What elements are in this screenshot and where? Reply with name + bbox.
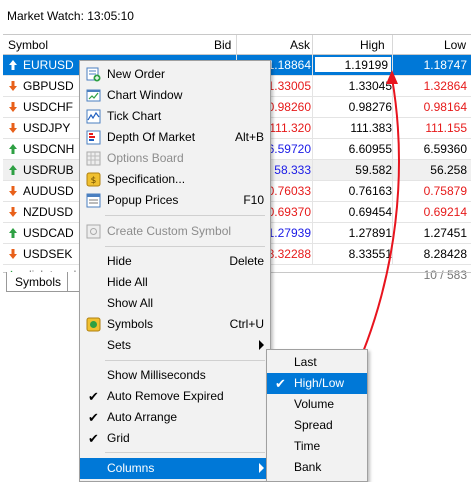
- menu-separator: [105, 452, 265, 453]
- menu-label: Hide: [107, 254, 132, 268]
- menu-sets[interactable]: Sets: [80, 335, 270, 356]
- menu-label: Specification...: [107, 172, 186, 186]
- menu-hide-all[interactable]: Hide All: [80, 272, 270, 293]
- menu-label: New Order: [107, 67, 166, 81]
- menu-label: Chart Window: [107, 88, 183, 102]
- menu-label: Show All: [107, 296, 154, 310]
- menu-options-board[interactable]: Options Board: [80, 148, 270, 169]
- checkmark-icon: ✔: [88, 389, 99, 404]
- menu-label: Symbols: [107, 317, 154, 331]
- columns-submenu: Last ✔ High/Low Volume Spread Time Bank: [266, 349, 368, 482]
- popup-prices-icon: [86, 193, 101, 208]
- menu-label: Columns: [107, 461, 155, 475]
- menu-label: Grid: [107, 431, 130, 445]
- menu-grid[interactable]: ✔ Grid: [80, 428, 270, 449]
- tick-chart-icon: [86, 109, 101, 124]
- menu-symbols[interactable]: Symbols Ctrl+U: [80, 314, 270, 335]
- chart-window-icon: [86, 89, 101, 102]
- menu-chart-window[interactable]: Chart Window: [80, 85, 270, 106]
- menu-label: Depth Of Market: [107, 130, 196, 144]
- menu-label: Hide All: [107, 275, 148, 289]
- menu-label: Tick Chart: [107, 109, 162, 123]
- menu-shortcut: Ctrl+U: [229, 317, 264, 331]
- menu-specification[interactable]: $ Specification...: [80, 169, 270, 190]
- symbols-icon: [86, 317, 101, 332]
- menu-label: Auto Remove Expired: [107, 389, 224, 403]
- svg-text:$: $: [91, 176, 97, 186]
- menu-separator: [105, 246, 265, 247]
- menu-hide[interactable]: Hide Delete: [80, 251, 270, 272]
- menu-shortcut: Delete: [229, 254, 264, 268]
- menu-depth-of-market[interactable]: Depth Of Market Alt+B: [80, 127, 270, 148]
- columns-high-low[interactable]: ✔ High/Low: [267, 373, 367, 394]
- checkmark-icon: ✔: [275, 376, 286, 391]
- columns-last[interactable]: Last: [267, 352, 367, 373]
- menu-label: Spread: [294, 418, 333, 432]
- menu-auto-arrange[interactable]: ✔ Auto Arrange: [80, 407, 270, 428]
- menu-columns[interactable]: Columns: [80, 458, 270, 479]
- depth-of-market-icon: [86, 130, 101, 145]
- specification-icon: $: [86, 172, 101, 187]
- menu-label: Sets: [107, 338, 132, 352]
- columns-spread[interactable]: Spread: [267, 415, 367, 436]
- menu-show-all[interactable]: Show All: [80, 293, 270, 314]
- checkmark-icon: ✔: [88, 431, 99, 446]
- menu-label: Popup Prices: [107, 193, 179, 207]
- options-board-icon: [86, 151, 101, 166]
- menu-auto-remove-expired[interactable]: ✔ Auto Remove Expired: [80, 386, 270, 407]
- menu-label: Show Milliseconds: [107, 368, 206, 382]
- new-order-icon: [86, 67, 101, 82]
- menu-label: Volume: [294, 397, 335, 411]
- menu-label: Last: [294, 355, 317, 369]
- menu-label: Auto Arrange: [107, 410, 178, 424]
- context-menu: New Order Chart Window Tick Chart Depth …: [79, 60, 271, 482]
- submenu-arrow-icon: [259, 340, 264, 350]
- menu-label: High/Low: [294, 376, 345, 390]
- menu-label: Create Custom Symbol: [107, 224, 232, 238]
- menu-shortcut: Alt+B: [234, 130, 264, 144]
- menu-show-milliseconds[interactable]: Show Milliseconds: [80, 365, 270, 386]
- menu-label: Bank: [294, 460, 322, 474]
- menu-separator: [105, 215, 265, 216]
- menu-separator: [105, 360, 265, 361]
- menu-shortcut: F10: [243, 193, 264, 207]
- menu-tick-chart[interactable]: Tick Chart: [80, 106, 270, 127]
- menu-label: Options Board: [107, 151, 184, 165]
- menu-new-order[interactable]: New Order: [80, 64, 270, 85]
- columns-time[interactable]: Time: [267, 436, 367, 457]
- columns-bank[interactable]: Bank: [267, 457, 367, 478]
- menu-create-custom-symbol[interactable]: Create Custom Symbol: [80, 221, 270, 242]
- columns-volume[interactable]: Volume: [267, 394, 367, 415]
- custom-symbol-icon: [86, 224, 101, 239]
- annotation-arrow-head: [386, 70, 398, 84]
- submenu-arrow-icon: [259, 463, 264, 473]
- menu-popup-prices[interactable]: Popup Prices F10: [80, 190, 270, 211]
- menu-label: Time: [294, 439, 321, 453]
- checkmark-icon: ✔: [88, 410, 99, 425]
